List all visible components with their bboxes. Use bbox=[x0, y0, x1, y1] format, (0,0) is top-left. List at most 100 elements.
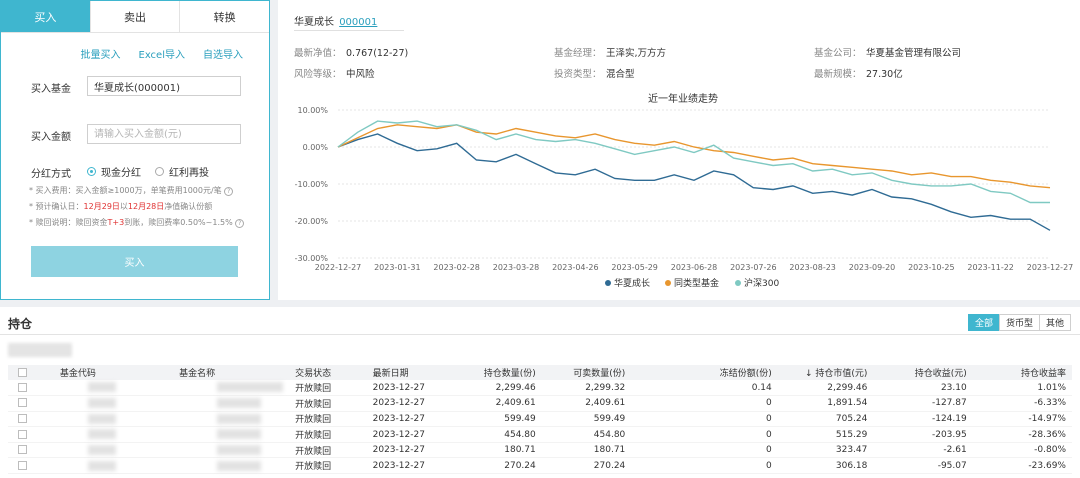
profit-rate-cell: 1.01% bbox=[972, 380, 1072, 397]
tab-sell[interactable]: 卖出 bbox=[91, 1, 181, 32]
frozen-cell: 0 bbox=[631, 426, 778, 443]
redacted-code bbox=[87, 413, 116, 424]
legend-label: 沪深300 bbox=[744, 277, 779, 289]
x-tick-label: 2023-10-25 bbox=[908, 263, 955, 272]
x-tick-label: 2023-04-26 bbox=[552, 263, 599, 272]
x-tick-label: 2023-06-28 bbox=[671, 263, 718, 272]
sellable-cell: 454.80 bbox=[541, 426, 632, 443]
select-all-checkbox[interactable] bbox=[18, 367, 28, 377]
radio-unchecked-icon bbox=[155, 167, 164, 176]
help-icon[interactable]: ? bbox=[224, 187, 234, 196]
frozen-cell: 0 bbox=[631, 457, 778, 475]
buy-button[interactable]: 买入 bbox=[31, 246, 238, 277]
type-value: 混合型 bbox=[606, 69, 635, 80]
frozen-cell: 0 bbox=[631, 395, 778, 412]
date-cell: 2023-12-27 bbox=[366, 380, 451, 397]
market-value-cell: 306.18 bbox=[777, 457, 874, 475]
manager-info: 基金经理： 王泽实,万方方 bbox=[554, 45, 666, 59]
x-tick-label: 2023-05-29 bbox=[611, 263, 658, 272]
radio-checked-icon bbox=[87, 167, 96, 176]
table-row[interactable]: 开放赎回 2023-12-27 180.71 180.71 0 323.47 -2.61 -0… bbox=[8, 442, 1072, 459]
sellable-cell: 180.71 bbox=[541, 442, 632, 459]
row-checkbox[interactable] bbox=[18, 413, 28, 423]
redeem-note: * 赎回说明：赎回资金T+3到账，赎回费率0.50%~1.5% ? bbox=[29, 217, 245, 228]
fund-code-link[interactable]: 000001 bbox=[339, 17, 377, 28]
table-row[interactable]: 开放赎回 2023-12-27 599.49 599.49 0 705.24 -124.19… bbox=[8, 411, 1072, 428]
status-cell: 开放赎回 bbox=[289, 380, 367, 397]
row-checkbox[interactable] bbox=[18, 398, 28, 408]
series-line bbox=[337, 133, 1051, 231]
cash-dividend-radio[interactable]: 现金分红 bbox=[87, 164, 141, 179]
type-info: 投资类型： 混合型 bbox=[554, 66, 635, 80]
redacted-account-label bbox=[8, 343, 72, 357]
legend-marker bbox=[605, 280, 611, 286]
redacted-code bbox=[87, 382, 116, 393]
company-value: 华夏基金管理有限公司 bbox=[866, 48, 962, 59]
table-row[interactable]: 开放赎回 2023-12-27 2,299.46 2,299.32 0.14 2,299.… bbox=[8, 380, 1072, 397]
y-tick-label: -20.00% bbox=[295, 217, 329, 226]
redacted-name bbox=[217, 460, 262, 471]
profit-rate-cell: -6.33% bbox=[972, 395, 1072, 412]
x-tick-label: 2023-07-26 bbox=[730, 263, 777, 272]
help-icon[interactable]: ? bbox=[235, 219, 245, 228]
redeem-note-prefix: * 赎回说明：赎回资金 bbox=[29, 218, 108, 227]
profit-rate-cell: -14.97% bbox=[972, 411, 1072, 428]
redacted-code bbox=[87, 460, 116, 471]
fund-name-cell bbox=[157, 426, 290, 443]
x-tick-label: 2023-03-28 bbox=[493, 263, 540, 272]
x-tick-label: 2023-02-28 bbox=[433, 263, 480, 272]
risk-value: 中风险 bbox=[346, 69, 375, 80]
row-checkbox[interactable] bbox=[18, 460, 28, 470]
legend-label: 同类型基金 bbox=[674, 277, 719, 289]
col-fund-name: 基金名称 bbox=[157, 365, 290, 380]
fund-code-cell bbox=[37, 411, 158, 428]
row-checkbox-cell bbox=[8, 380, 38, 397]
market-value-cell: 1,891.54 bbox=[777, 395, 874, 412]
dividend-label: 分红方式 bbox=[31, 169, 71, 180]
cash-dividend-label: 现金分红 bbox=[101, 168, 141, 179]
trade-tabs: 买入 卖出 转换 bbox=[1, 1, 269, 33]
filter-other[interactable]: 其他 bbox=[1038, 314, 1071, 331]
fund-name-cell bbox=[157, 380, 290, 397]
table-row[interactable]: 开放赎回 2023-12-27 2,409.61 2,409.61 0 1,891.54-… bbox=[8, 395, 1072, 412]
filter-all[interactable]: 全部 bbox=[967, 314, 1000, 331]
profit-cell: -203.95 bbox=[873, 426, 973, 443]
holdings-panel: 持仓 全部 货币型 其他 基金代码 基金名称 交易状态 最新日期 持仓数量(份)… bbox=[0, 307, 1080, 478]
table-row[interactable]: 开放赎回 2023-12-27 454.80 454.80 0 515.29 -203.95… bbox=[8, 426, 1072, 443]
row-checkbox[interactable] bbox=[18, 382, 28, 392]
col-date: 最新日期 bbox=[366, 365, 451, 380]
row-checkbox-cell bbox=[8, 442, 38, 459]
reinvest-radio[interactable]: 红利再投 bbox=[155, 164, 209, 179]
excel-import-link[interactable]: Excel导入 bbox=[139, 46, 186, 61]
row-checkbox[interactable] bbox=[18, 429, 28, 439]
nav-value: 0.767(12-27) bbox=[346, 48, 409, 59]
select-all-header bbox=[8, 365, 38, 380]
row-checkbox-cell bbox=[8, 411, 38, 428]
fund-name: 华夏成长 bbox=[294, 17, 334, 28]
y-tick-label: 10.00% bbox=[297, 106, 328, 115]
watchlist-import-link[interactable]: 自选导入 bbox=[203, 46, 243, 61]
amount-input[interactable] bbox=[87, 124, 241, 144]
holdings-title: 持仓 bbox=[8, 317, 33, 331]
redacted-name bbox=[217, 429, 262, 440]
table-row[interactable]: 开放赎回 2023-12-27 270.24 270.24 0 306.18 -95.07-… bbox=[8, 457, 1072, 475]
tab-convert[interactable]: 转换 bbox=[180, 1, 269, 32]
redacted-name bbox=[217, 382, 284, 393]
quantity-cell: 180.71 bbox=[450, 442, 542, 459]
filter-money-market[interactable]: 货币型 bbox=[998, 314, 1040, 331]
col-market-value-sort[interactable]: ↓ 持仓市值(元) bbox=[777, 365, 874, 380]
series-line bbox=[337, 124, 1051, 189]
tab-buy[interactable]: 买入 bbox=[1, 1, 91, 32]
batch-buy-link[interactable]: 批量买入 bbox=[81, 46, 121, 61]
row-checkbox[interactable] bbox=[18, 445, 28, 455]
type-label: 投资类型： bbox=[554, 69, 602, 80]
redacted-code bbox=[87, 429, 116, 440]
redacted-name bbox=[217, 413, 262, 424]
scale-info: 最新规模： 27.30亿 bbox=[814, 66, 903, 80]
amount-label: 买入金额 bbox=[31, 132, 71, 143]
trade-panel: 买入 卖出 转换 批量买入 Excel导入 自选导入 买入基金 买入金额 分红方… bbox=[0, 0, 270, 300]
import-links: 批量买入 Excel导入 自选导入 bbox=[81, 46, 244, 61]
legend-label: 华夏成长 bbox=[614, 277, 650, 289]
quantity-cell: 2,409.61 bbox=[450, 395, 542, 412]
fund-input[interactable] bbox=[87, 76, 241, 96]
